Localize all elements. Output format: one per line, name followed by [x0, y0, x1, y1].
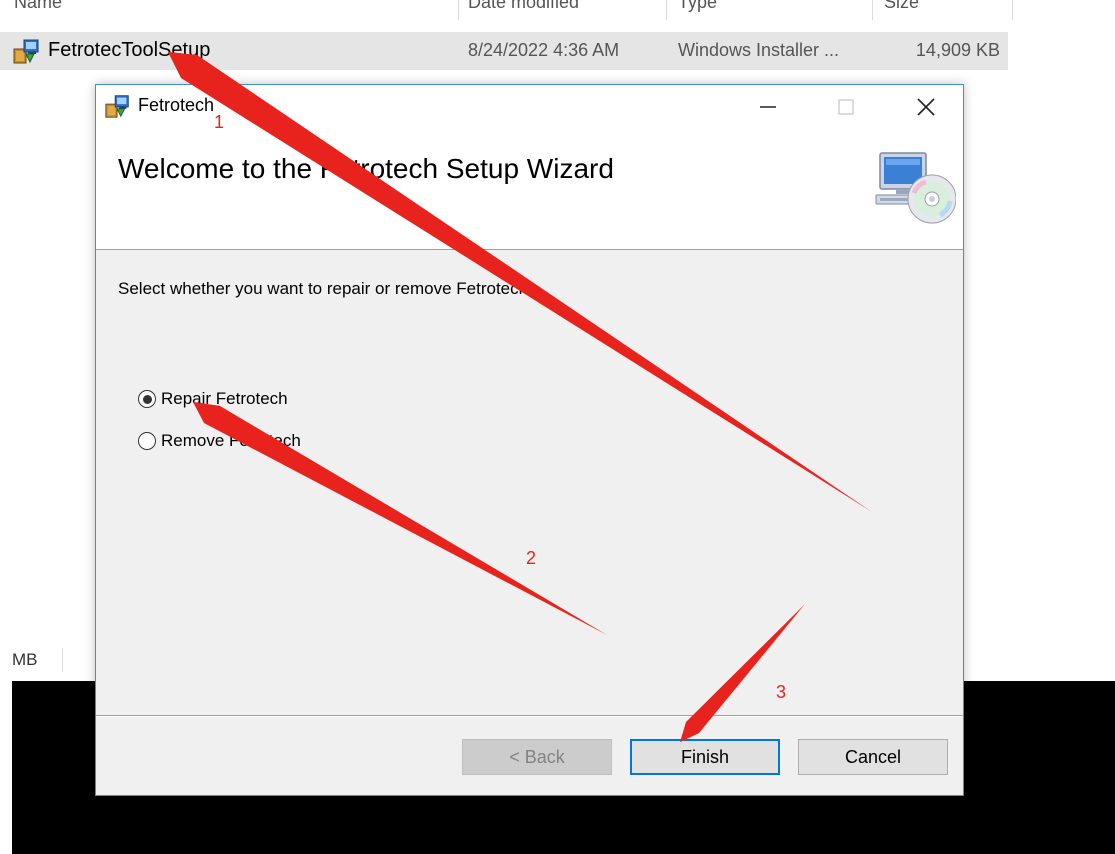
column-separator	[62, 648, 63, 672]
column-separator[interactable]	[666, 0, 667, 20]
file-date-modified: 8/24/2022 4:36 AM	[468, 40, 620, 60]
dialog-titlebar[interactable]: Fetrotech	[96, 85, 963, 129]
footer-divider-highlight	[96, 716, 963, 717]
minimize-icon	[760, 106, 776, 108]
cancel-button[interactable]: Cancel	[798, 739, 948, 775]
maximize-button-disabled[interactable]	[806, 85, 886, 129]
column-separator[interactable]	[872, 0, 873, 20]
partial-file-size: MB	[12, 650, 38, 669]
file-type: Windows Installer ...	[678, 40, 840, 60]
annotation-label-2: 2	[526, 548, 537, 568]
radio-label-repair: Repair Fetrotech	[161, 389, 288, 408]
maximize-icon	[838, 99, 854, 115]
wizard-banner: Welcome to the Fetrotech Setup Wizard	[96, 129, 963, 250]
column-separator[interactable]	[1012, 0, 1013, 20]
installer-package-icon	[12, 36, 42, 66]
column-header-date[interactable]: Date modified	[468, 0, 608, 13]
minimize-button[interactable]	[728, 85, 808, 129]
setup-wizard-dialog: Fetrotech Welcome to the Fetrotech Setup…	[95, 84, 964, 796]
wizard-heading: Welcome to the Fetrotech Setup Wizard	[118, 153, 614, 184]
annotation-label-3: 3	[776, 682, 787, 702]
installer-package-icon	[104, 92, 132, 120]
radio-remove[interactable]: Remove Fetrotech	[138, 429, 301, 453]
file-row-setup[interactable]: FetrotecToolSetup 8/24/2022 4:36 AM Wind…	[0, 32, 1008, 70]
file-name: FetrotecToolSetup	[48, 39, 211, 61]
finish-button[interactable]: Finish	[630, 739, 780, 775]
annotation-label-1: 1	[214, 112, 225, 132]
column-separator[interactable]	[458, 0, 459, 20]
column-header-size[interactable]: Size	[884, 0, 944, 13]
close-button[interactable]	[886, 85, 966, 129]
radio-label-remove: Remove Fetrotech	[161, 431, 301, 450]
wizard-instruction: Select whether you want to repair or rem…	[118, 279, 533, 298]
computer-with-cd-icon	[874, 149, 957, 227]
column-header-name[interactable]: Name	[14, 0, 104, 13]
close-icon	[917, 98, 935, 116]
dialog-title: Fetrotech	[138, 95, 215, 115]
radio-repair[interactable]: Repair Fetrotech	[138, 387, 288, 411]
radio-button-selected[interactable]	[138, 390, 156, 408]
back-button-disabled[interactable]: < Back	[462, 739, 612, 775]
column-header-type[interactable]: Type	[678, 0, 738, 13]
explorer-column-header: Name Date modified Type Size	[0, 0, 1115, 24]
radio-button-unselected[interactable]	[138, 432, 156, 450]
file-size: 14,909 KB	[915, 40, 1000, 60]
